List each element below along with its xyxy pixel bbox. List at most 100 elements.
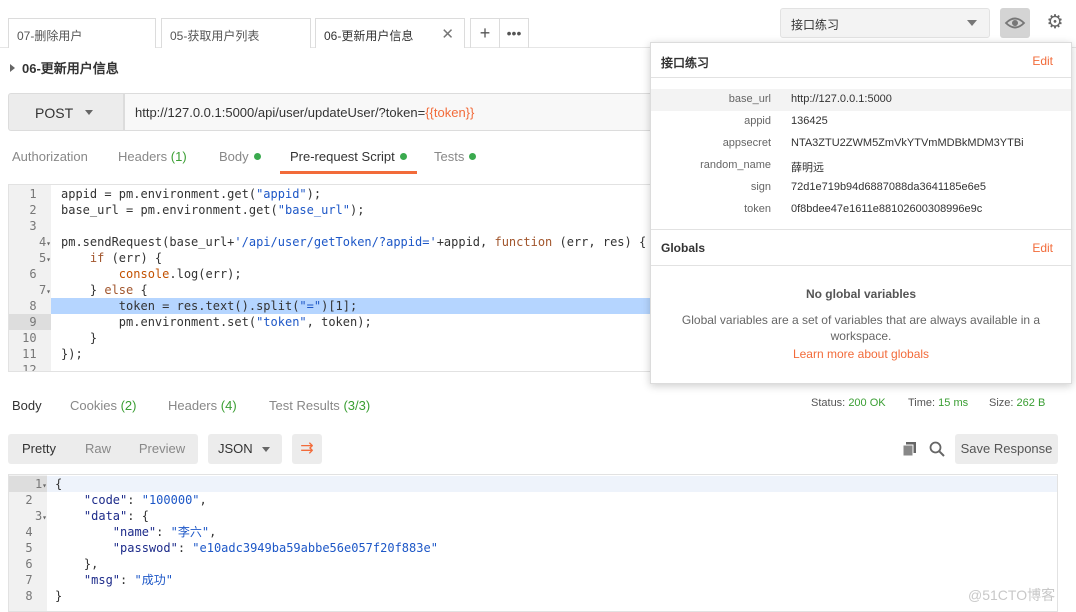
tab-count: (2) (120, 398, 137, 413)
request-title[interactable]: 06-更新用户信息 (10, 58, 119, 77)
url-input[interactable]: http://127.0.0.1:5000/api/user/updateUse… (124, 93, 684, 131)
code-line: 2 base_url = pm.environment.get("base_ur… (9, 202, 658, 218)
button-label: Preview (138, 441, 186, 456)
code-line: 1▾{ (9, 476, 1057, 494)
gear-icon[interactable]: ⚙ (1040, 8, 1070, 38)
request-tabs: Authorization Headers (1) Body Pre-reque… (0, 143, 700, 174)
status-dot-icon (469, 153, 477, 160)
method-select[interactable]: POST (8, 93, 124, 131)
env-var-row: appid 136425 (744, 115, 828, 127)
edit-globals-link[interactable]: Edit (1032, 241, 1053, 255)
tab-pre-request-script[interactable]: Pre-request Script (280, 143, 417, 174)
watermark: @51CTO博客 (968, 587, 1056, 603)
code-line: 6 }, (9, 556, 1057, 572)
code-line: 7 "msg": "成功" (9, 572, 1057, 588)
tab-count: (3/3) (343, 398, 371, 413)
environment-select-value: 接口练习 (791, 18, 840, 32)
code-line: 4▾ pm.sendRequest(base_url+'/api/user/get… (9, 234, 658, 252)
code-line: 9 pm.environment.set("token", token); (9, 314, 658, 330)
preview-button[interactable]: Preview (126, 434, 198, 464)
code-line: 4 "name": "李六", (9, 524, 1057, 540)
code-line: 12 (9, 362, 658, 371)
env-var-row: sign 72d1e719b94d6887088da3641185e6e5 (750, 181, 986, 193)
format-select[interactable]: JSON (208, 434, 282, 464)
eye-icon (1004, 17, 1026, 29)
environment-quick-look-popover: 接口练习 Edit base_url http://127.0.0.1:5000 … (650, 42, 1072, 384)
globals-description: workspace. (830, 329, 892, 343)
code-line: 8 } (9, 588, 1057, 604)
tab-label: Authorization (12, 149, 88, 164)
code-line: 7▾ } else { (9, 282, 658, 300)
tab-headers[interactable]: Headers (1) (118, 143, 187, 173)
tab-label: Tests (434, 149, 465, 164)
env-var-row: appsecret NTA3ZTU2ZWM5ZmVkYTVmMDBkMDM3YTB… (722, 137, 1024, 149)
request-title-text: 06-更新用户信息 (22, 61, 119, 76)
env-var-row: random_name 薛明远 (700, 159, 824, 174)
script-editor[interactable]: 1 appid = pm.environment.get("appid"); 2… (8, 184, 658, 372)
env-var-row: token 0f8bdee47e1611e88102600308996e9c (744, 203, 983, 215)
close-icon[interactable]: ✕ (441, 25, 454, 43)
learn-more-globals-link[interactable]: Learn more about globals (651, 347, 1071, 361)
code-line: 5▾ if (err) { (9, 250, 658, 268)
tab-response-headers[interactable]: Headers (4) (168, 398, 237, 413)
wrap-icon[interactable]: ⇉ (292, 434, 322, 464)
save-response-button[interactable]: Save Response (955, 434, 1058, 464)
caret-right-icon (10, 64, 15, 72)
tab-label: 05-获取用户列表 (170, 29, 260, 43)
no-globals-heading: No global variables (805, 287, 917, 301)
url-text: http://127.0.0.1:5000/api/user/updateUse… (135, 105, 426, 120)
plus-icon[interactable]: + (470, 18, 500, 48)
code-line: 3▾ "data": { (9, 508, 1057, 526)
tab-delete-user[interactable]: 07-删除用户 (8, 18, 156, 48)
globals-title: Globals (661, 241, 706, 255)
tab-tests[interactable]: Tests (434, 143, 477, 173)
tab-body[interactable]: Body (219, 143, 261, 173)
chevron-down-icon (967, 20, 977, 26)
tab-label: 07-删除用户 (17, 29, 83, 43)
environment-select[interactable]: 接口练习 (780, 8, 990, 38)
method-value: POST (35, 105, 74, 121)
tab-label: Cookies (70, 398, 117, 413)
pretty-button[interactable]: Pretty (8, 434, 70, 464)
status-dot-icon (253, 153, 261, 160)
code-line: 1 appid = pm.environment.get("appid"); (9, 186, 658, 202)
tab-response-body[interactable]: Body (12, 398, 42, 413)
status-dot-icon (399, 153, 407, 160)
tab-label: Body (219, 149, 249, 164)
code-line: 8 token = res.text().split("=")[1]; (9, 298, 658, 314)
tab-label: Test Results (269, 398, 340, 413)
tab-label: 06-更新用户信息 (324, 29, 414, 43)
response-time: Time: 15 ms (908, 397, 969, 409)
env-var-row: base_url http://127.0.0.1:5000 (651, 89, 1071, 111)
tab-label: Body (12, 398, 42, 413)
environment-quick-look-button[interactable] (1000, 8, 1030, 38)
button-label: Raw (84, 441, 111, 456)
tab-label: Pre-request Script (290, 149, 395, 164)
response-size: Size: 262 B (989, 397, 1046, 409)
divider (651, 77, 1071, 78)
response-body-viewer[interactable]: 1▾{ 2 "code": "100000", 3▾ "data": { 4 "… (8, 474, 1058, 612)
search-icon[interactable] (929, 441, 945, 457)
tab-count: (1) (170, 149, 187, 164)
tab-label: Headers (168, 398, 218, 413)
url-variable: {{token}} (425, 105, 475, 120)
copy-icon[interactable] (902, 442, 917, 457)
tab-get-user-list[interactable]: 05-获取用户列表 (161, 18, 311, 48)
tab-label: Headers (118, 149, 168, 164)
edit-environment-link[interactable]: Edit (1032, 54, 1053, 68)
raw-button[interactable]: Raw (70, 434, 126, 464)
tab-authorization[interactable]: Authorization (12, 143, 88, 173)
code-line: 3 (9, 218, 658, 234)
tab-cookies[interactable]: Cookies (2) (70, 398, 136, 413)
tab-test-results[interactable]: Test Results (3/3) (269, 398, 370, 413)
more-icon[interactable]: ••• (499, 18, 529, 48)
tab-count: (4) (220, 398, 237, 413)
format-value: JSON (218, 441, 253, 456)
tab-update-user[interactable]: 06-更新用户信息 ✕ (315, 18, 465, 48)
chevron-down-icon (85, 110, 93, 115)
code-line: 11 }); (9, 346, 658, 362)
divider (651, 229, 1071, 230)
code-line: 5 "passwod": "e10adc3949ba59abbe56e057f2… (9, 540, 1057, 556)
globals-description: Global variables are a set of variables … (681, 313, 1041, 327)
divider (651, 265, 1071, 266)
